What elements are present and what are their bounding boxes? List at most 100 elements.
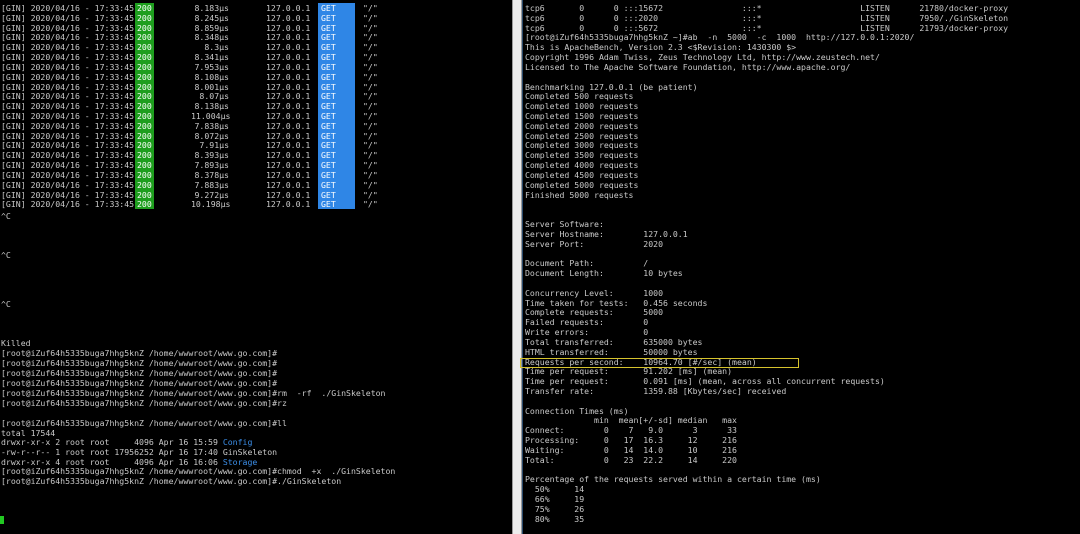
gin-status: 200 xyxy=(135,160,154,171)
shell-prompt: [root@iZuf64h5335buga7hhg5knZ /home/wwwr… xyxy=(1,398,287,408)
gin-ip: 127.0.0.1 xyxy=(266,22,311,33)
ab-output-line: Concurrency Level: 1000 xyxy=(525,287,664,298)
gin-method: GET xyxy=(318,81,355,92)
gin-path: "/" xyxy=(363,101,378,112)
gin-method: GET xyxy=(318,150,355,161)
gin-status: 200 xyxy=(135,111,154,122)
shell-prompt: [root@iZuf64h5335buga7hhg5knZ /home/wwwr… xyxy=(1,466,396,476)
gin-method: GET xyxy=(318,189,355,200)
gin-path: "/" xyxy=(363,120,378,131)
listing-meta: -rw-r--r-- 1 root root 17956252 Apr 16 1… xyxy=(1,447,223,457)
shell-prompt: [root@iZuf64h5335buga7hhg5knZ /home/wwwr… xyxy=(1,378,278,388)
requests-per-second-highlight xyxy=(520,358,799,368)
gin-prefix: [GIN] 2020/04/16 - 17:33:45 | xyxy=(1,189,144,200)
gin-path: "/" xyxy=(363,169,378,180)
gin-method: GET xyxy=(318,140,355,151)
gin-prefix: [GIN] 2020/04/16 - 17:33:45 | xyxy=(1,12,144,23)
ab-output-line: Total transferred: 635000 bytes xyxy=(525,336,703,347)
gin-ip: 127.0.0.1 xyxy=(266,179,311,190)
gin-ip: 127.0.0.1 xyxy=(266,3,311,13)
ab-output-line: Connect: 0 7 9.0 3 33 xyxy=(525,425,737,436)
gin-status: 200 xyxy=(135,91,154,102)
listing-meta: drwxr-xr-x 2 root root 4096 Apr 16 15:59 xyxy=(1,437,223,447)
gin-status: 200 xyxy=(135,12,154,23)
gin-prefix: [GIN] 2020/04/16 - 17:33:45 | xyxy=(1,52,144,63)
interrupt-line: ^C xyxy=(1,250,11,260)
gin-path: "/" xyxy=(363,81,378,92)
gin-method: GET xyxy=(318,169,355,180)
gin-prefix: [GIN] 2020/04/16 - 17:33:45 | xyxy=(1,169,144,180)
killed-message: Killed xyxy=(1,338,31,348)
gin-latency: 8.072µs xyxy=(194,130,229,141)
ab-output-line: tcp6 0 0 :::15672 :::* LISTEN 21780/dock… xyxy=(525,3,1009,13)
gin-status: 200 xyxy=(135,22,154,33)
ab-output-line: Completed 1000 requests xyxy=(525,101,639,112)
gin-prefix: [GIN] 2020/04/16 - 17:33:45 | xyxy=(1,61,144,72)
gin-latency: 8.001µs xyxy=(194,81,229,92)
gin-path: "/" xyxy=(363,179,378,190)
gin-method: GET xyxy=(318,32,355,43)
ab-output-line: tcp6 0 0 :::2020 :::* LISTEN 7950/./GinS… xyxy=(525,12,1009,23)
gin-latency: 8.341µs xyxy=(194,52,229,63)
listing-row: drwxr-xr-x 2 root root 4096 Apr 16 15:59… xyxy=(1,437,252,447)
gin-latency: 11.004µs xyxy=(191,111,231,122)
gin-prefix: [GIN] 2020/04/16 - 17:33:45 | xyxy=(1,42,144,53)
gin-ip: 127.0.0.1 xyxy=(266,150,311,161)
gin-ip: 127.0.0.1 xyxy=(266,199,311,210)
gin-prefix: [GIN] 2020/04/16 - 17:33:45 | xyxy=(1,160,144,171)
gin-latency: 7.838µs xyxy=(194,120,229,131)
gin-ip: 127.0.0.1 xyxy=(266,81,311,92)
gin-status: 200 xyxy=(135,61,154,72)
ab-output-line: Completed 1500 requests xyxy=(525,111,639,122)
ab-output-line: Server Hostname: 127.0.0.1 xyxy=(525,228,688,239)
gin-prefix: [GIN] 2020/04/16 - 17:33:45 | xyxy=(1,111,144,122)
shell-prompt: [root@iZuf64h5335buga7hhg5knZ /home/wwwr… xyxy=(1,368,278,378)
gin-method: GET xyxy=(318,199,355,210)
gin-latency: 8.393µs xyxy=(194,150,229,161)
gin-method: GET xyxy=(318,179,355,190)
listing-dir-name: Config xyxy=(222,437,253,447)
gin-status: 200 xyxy=(135,169,154,180)
gin-latency: 7.91µs xyxy=(199,140,229,151)
interrupt-line: ^C xyxy=(1,211,11,221)
gin-path: "/" xyxy=(363,111,378,122)
ab-output-line: Completed 2500 requests xyxy=(525,130,639,141)
gin-path: "/" xyxy=(363,160,378,171)
shell-prompt: [root@iZuf64h5335buga7hhg5knZ /home/wwwr… xyxy=(1,388,386,398)
gin-path: "/" xyxy=(363,22,378,33)
left-terminal-pane[interactable]: [GIN] 2020/04/16 - 17:33:45 | 200 8.183µs 1… xyxy=(0,0,512,534)
ab-output-line: This is ApacheBench, Version 2.3 <$Revis… xyxy=(525,42,797,53)
gin-latency: 8.348µs xyxy=(194,32,229,43)
gin-path: "/" xyxy=(363,140,378,151)
ab-output-line: Finished 5000 requests xyxy=(525,189,634,200)
gin-status: 200 xyxy=(135,150,154,161)
gin-latency: 10.198µs xyxy=(191,199,231,210)
gin-method: GET xyxy=(318,12,355,23)
gin-latency: 7.953µs xyxy=(194,61,229,72)
gin-ip: 127.0.0.1 xyxy=(266,61,311,72)
gin-status: 200 xyxy=(135,81,154,92)
ab-output-line: Completed 3000 requests xyxy=(525,140,639,151)
gin-ip: 127.0.0.1 xyxy=(266,130,311,141)
ab-output-line: Completed 5000 requests xyxy=(525,179,639,190)
ab-output-line: Document Path: / xyxy=(525,258,649,269)
gin-path: "/" xyxy=(363,71,378,82)
ab-output-line: Server Software: xyxy=(525,219,604,230)
right-terminal-pane[interactable]: tcp6 0 0 :::15672 :::* LISTEN 21780/dock… xyxy=(522,0,1080,534)
gin-method: GET xyxy=(318,101,355,112)
gin-ip: 127.0.0.1 xyxy=(266,71,311,82)
gin-prefix: [GIN] 2020/04/16 - 17:33:45 | xyxy=(1,91,144,102)
gin-prefix: [GIN] 2020/04/16 - 17:33:45 | xyxy=(1,81,144,92)
gin-prefix: [GIN] 2020/04/16 - 17:33:45 | xyxy=(1,179,144,190)
gin-latency: 8.859µs xyxy=(194,22,229,33)
ab-output-line: Licensed to The Apache Software Foundati… xyxy=(525,61,851,72)
gin-ip: 127.0.0.1 xyxy=(266,52,311,63)
gin-latency: 8.138µs xyxy=(194,101,229,112)
gin-ip: 127.0.0.1 xyxy=(266,101,311,112)
gin-prefix: [GIN] 2020/04/16 - 17:33:45 | xyxy=(1,130,144,141)
ab-output-line: Completed 4000 requests xyxy=(525,160,639,171)
gin-status: 200 xyxy=(135,101,154,112)
pane-divider[interactable] xyxy=(512,0,522,534)
ab-output-line: Connection Times (ms) xyxy=(525,405,629,416)
gin-method: GET xyxy=(318,42,355,53)
